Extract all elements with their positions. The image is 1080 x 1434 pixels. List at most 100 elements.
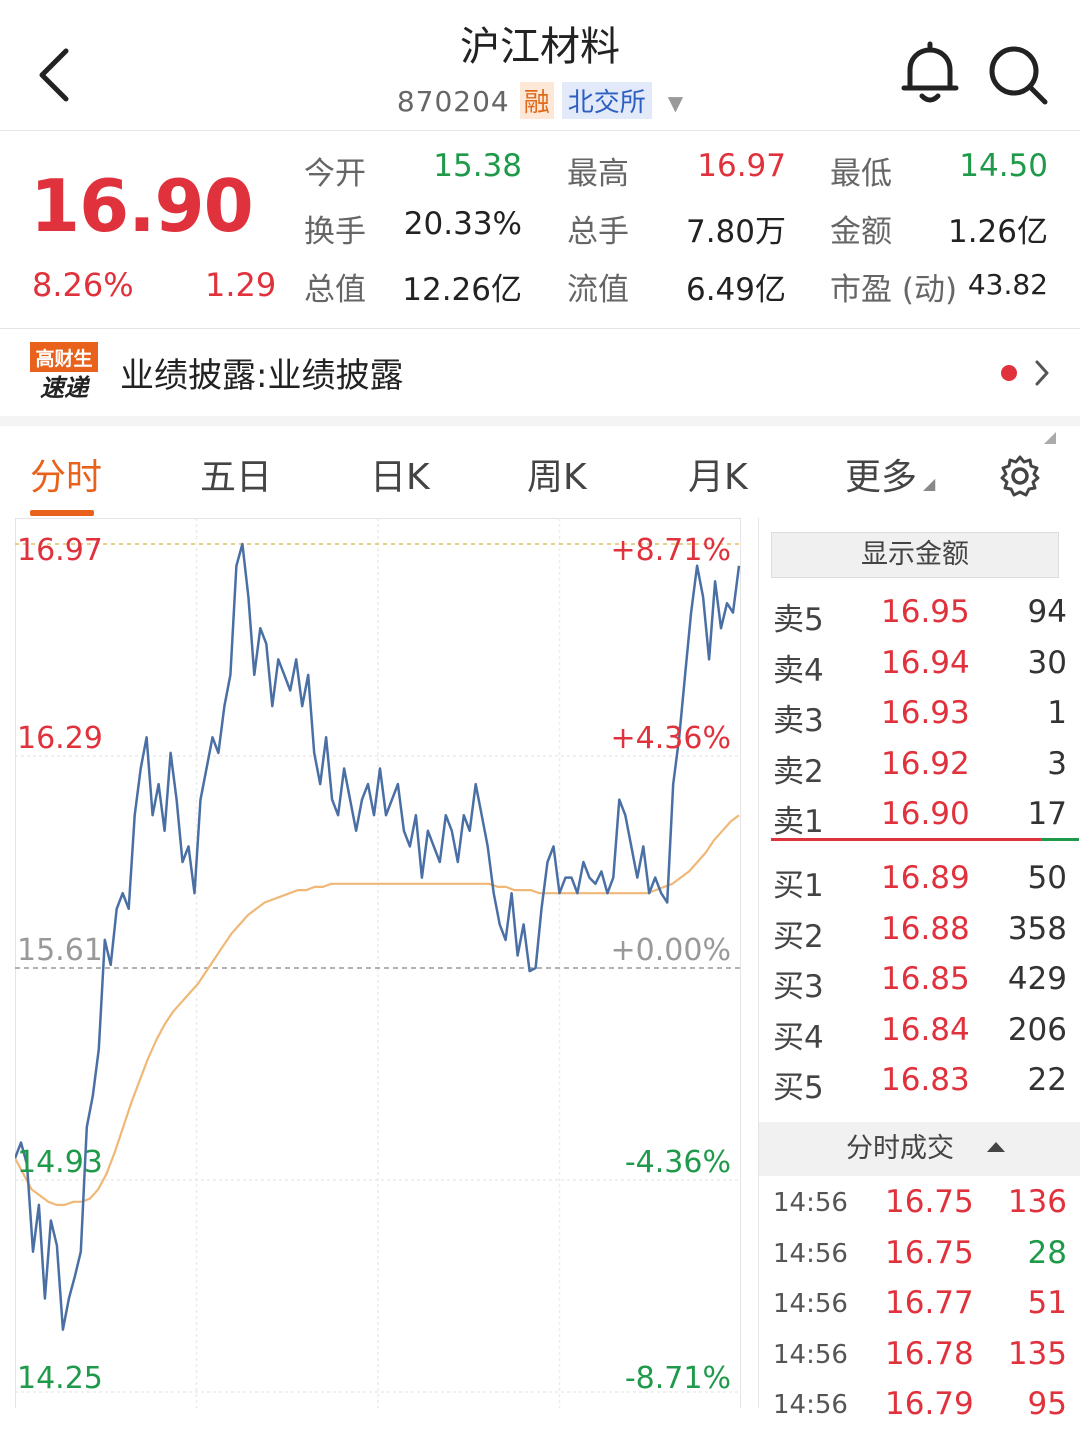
y-axis-left-label: 15.61 (17, 933, 103, 968)
bid-row[interactable]: 买3 16.85 429 (759, 961, 1080, 1009)
tab-weekly-k[interactable]: 周K (527, 448, 587, 500)
tick-time: 14:56 (773, 1390, 848, 1420)
ask-label: 卖2 (773, 753, 824, 790)
bid-volume: 429 (1007, 961, 1067, 997)
tick-price: 16.77 (885, 1285, 974, 1321)
stock-code: 870204 (396, 85, 510, 118)
stat-value: 20.33% (403, 206, 522, 242)
tab-intraday[interactable]: 分时 (30, 448, 102, 500)
y-axis-right-label: +0.00% (611, 933, 731, 968)
ask-row[interactable]: 卖1 16.90 17 (759, 796, 1080, 844)
bid-row[interactable]: 买4 16.84 206 (759, 1012, 1080, 1060)
stat-value: 14.50 (959, 148, 1048, 184)
order-book: 显示金额 卖5 16.95 94 卖4 16.94 30 卖3 16.93 1 卖2 16.92 3 卖… (758, 518, 1080, 1422)
tick-volume: 28 (1027, 1234, 1067, 1271)
stat-value: 43.82 (967, 268, 1048, 301)
ask-price: 16.95 (881, 594, 970, 630)
spread-divider-green (1041, 838, 1079, 841)
bid-price: 16.85 (881, 961, 970, 997)
y-axis-right-label: -8.71% (625, 1361, 731, 1396)
margin-badge: 融 (519, 82, 554, 119)
bid-row[interactable]: 买5 16.83 22 (759, 1062, 1080, 1110)
news-logo-text-bottom: 速递 (40, 374, 91, 402)
y-axis-left-label: 14.93 (17, 1145, 103, 1180)
tick-time: 14:56 (773, 1188, 848, 1218)
tick-row: 14:56 16.79 95 (759, 1386, 1080, 1434)
ask-volume: 3 (1047, 745, 1067, 782)
y-axis-left-label: 14.25 (17, 1361, 103, 1396)
chart-tabs: 分时 五日 日K 周K 月K 更多 ◢ (0, 426, 1080, 518)
ask-label: 卖3 (773, 703, 824, 739)
ask-row[interactable]: 卖2 16.92 3 (759, 746, 1080, 794)
quote-panel: 16.90 8.26% 1.29 今开 15.38 最高 16.97 最低 14… (0, 130, 1080, 444)
chart-axis-labels: 16.97 +8.71% 16.29 +4.36% 15.61 +0.00% 14.93 -4… (17, 533, 731, 1396)
spread-divider-red (771, 838, 1041, 841)
bid-volume: 358 (1007, 910, 1067, 947)
bid-label: 买1 (773, 868, 824, 904)
caret-down-icon[interactable]: ▼ (668, 91, 683, 115)
bid-row[interactable]: 买2 16.88 358 (759, 911, 1080, 959)
tick-volume: 51 (1027, 1285, 1067, 1321)
tab-daily-k[interactable]: 日K (370, 448, 430, 500)
bell-icon[interactable] (898, 40, 962, 106)
active-tab-indicator (30, 510, 94, 516)
ask-label: 卖1 (773, 804, 824, 840)
chevron-right-icon[interactable] (1034, 358, 1050, 388)
exchange-badge: 北交所 (561, 82, 652, 119)
last-price: 16.90 (30, 164, 254, 248)
tick-row: 14:56 16.75 136 (759, 1184, 1080, 1232)
ask-volume: 30 (1027, 644, 1067, 681)
caret-up-icon (987, 1142, 1005, 1152)
stat-label: 流值 (567, 272, 629, 308)
stat-value: 6.49亿 (685, 272, 786, 308)
tick-price: 16.75 (885, 1184, 974, 1220)
news-logo-text-top: 高财生 (35, 347, 92, 370)
ask-price: 16.94 (881, 644, 970, 681)
y-axis-right-label: +8.71% (611, 533, 731, 568)
tab-more[interactable]: 更多 ◢ (845, 448, 935, 500)
change-percent: 8.26% (32, 266, 134, 304)
tick-price: 16.79 (885, 1386, 974, 1422)
bid-volume: 206 (1007, 1011, 1067, 1048)
y-axis-right-label: -4.36% (625, 1145, 731, 1180)
tick-price: 16.75 (885, 1234, 974, 1271)
tick-volume: 95 (1027, 1386, 1067, 1422)
ask-row[interactable]: 卖5 16.95 94 (759, 594, 1080, 642)
stat-value: 1.26亿 (947, 214, 1048, 250)
intraday-chart[interactable]: 16.97 +8.71% 16.29 +4.36% 15.61 +0.00% 14.93 -4… (15, 518, 741, 1408)
ask-row[interactable]: 卖4 16.94 30 (759, 645, 1080, 693)
stat-label: 总值 (304, 272, 366, 308)
search-icon[interactable] (985, 42, 1051, 108)
stat-label: 最高 (567, 156, 629, 192)
tick-volume: 135 (1007, 1335, 1067, 1372)
y-axis-left-label: 16.97 (17, 533, 103, 568)
ask-label: 卖5 (773, 602, 824, 638)
ask-row[interactable]: 卖3 16.93 1 (759, 695, 1080, 743)
gear-icon[interactable] (998, 454, 1042, 498)
stat-label: 换手 (304, 214, 366, 250)
stat-label: 总手 (567, 214, 629, 250)
tab-monthly-k[interactable]: 月K (688, 448, 748, 500)
tick-time: 14:56 (773, 1289, 848, 1319)
news-headline[interactable]: 业绩披露:业绩披露 (120, 348, 403, 397)
tick-time: 14:56 (773, 1238, 848, 1269)
ask-volume: 17 (1027, 796, 1067, 832)
app-header: 沪江材料 870204 融北交所 ▼ (0, 0, 1080, 131)
bid-price: 16.83 (881, 1062, 970, 1098)
bid-label: 买4 (773, 1019, 824, 1056)
stat-label: 市盈 (动) (830, 272, 958, 308)
bid-row[interactable]: 买1 16.89 50 (759, 860, 1080, 908)
stat-value: 7.80万 (685, 214, 786, 250)
news-banner[interactable]: 高财生 速递 业绩披露:业绩披露 (0, 330, 1080, 426)
ask-volume: 94 (1027, 594, 1067, 630)
bid-label: 买5 (773, 1070, 824, 1106)
tab-five-day[interactable]: 五日 (200, 448, 272, 500)
ask-price: 16.92 (881, 745, 970, 782)
stat-value: 16.97 (697, 148, 786, 184)
ask-volume: 1 (1047, 695, 1067, 731)
news-logo: 高财生 速递 (30, 342, 98, 402)
ticks-header-button[interactable]: 分时成交 (759, 1122, 1080, 1176)
show-amount-button[interactable]: 显示金额 (771, 532, 1059, 578)
y-axis-left-label: 16.29 (17, 721, 103, 756)
bid-label: 买3 (773, 969, 824, 1005)
